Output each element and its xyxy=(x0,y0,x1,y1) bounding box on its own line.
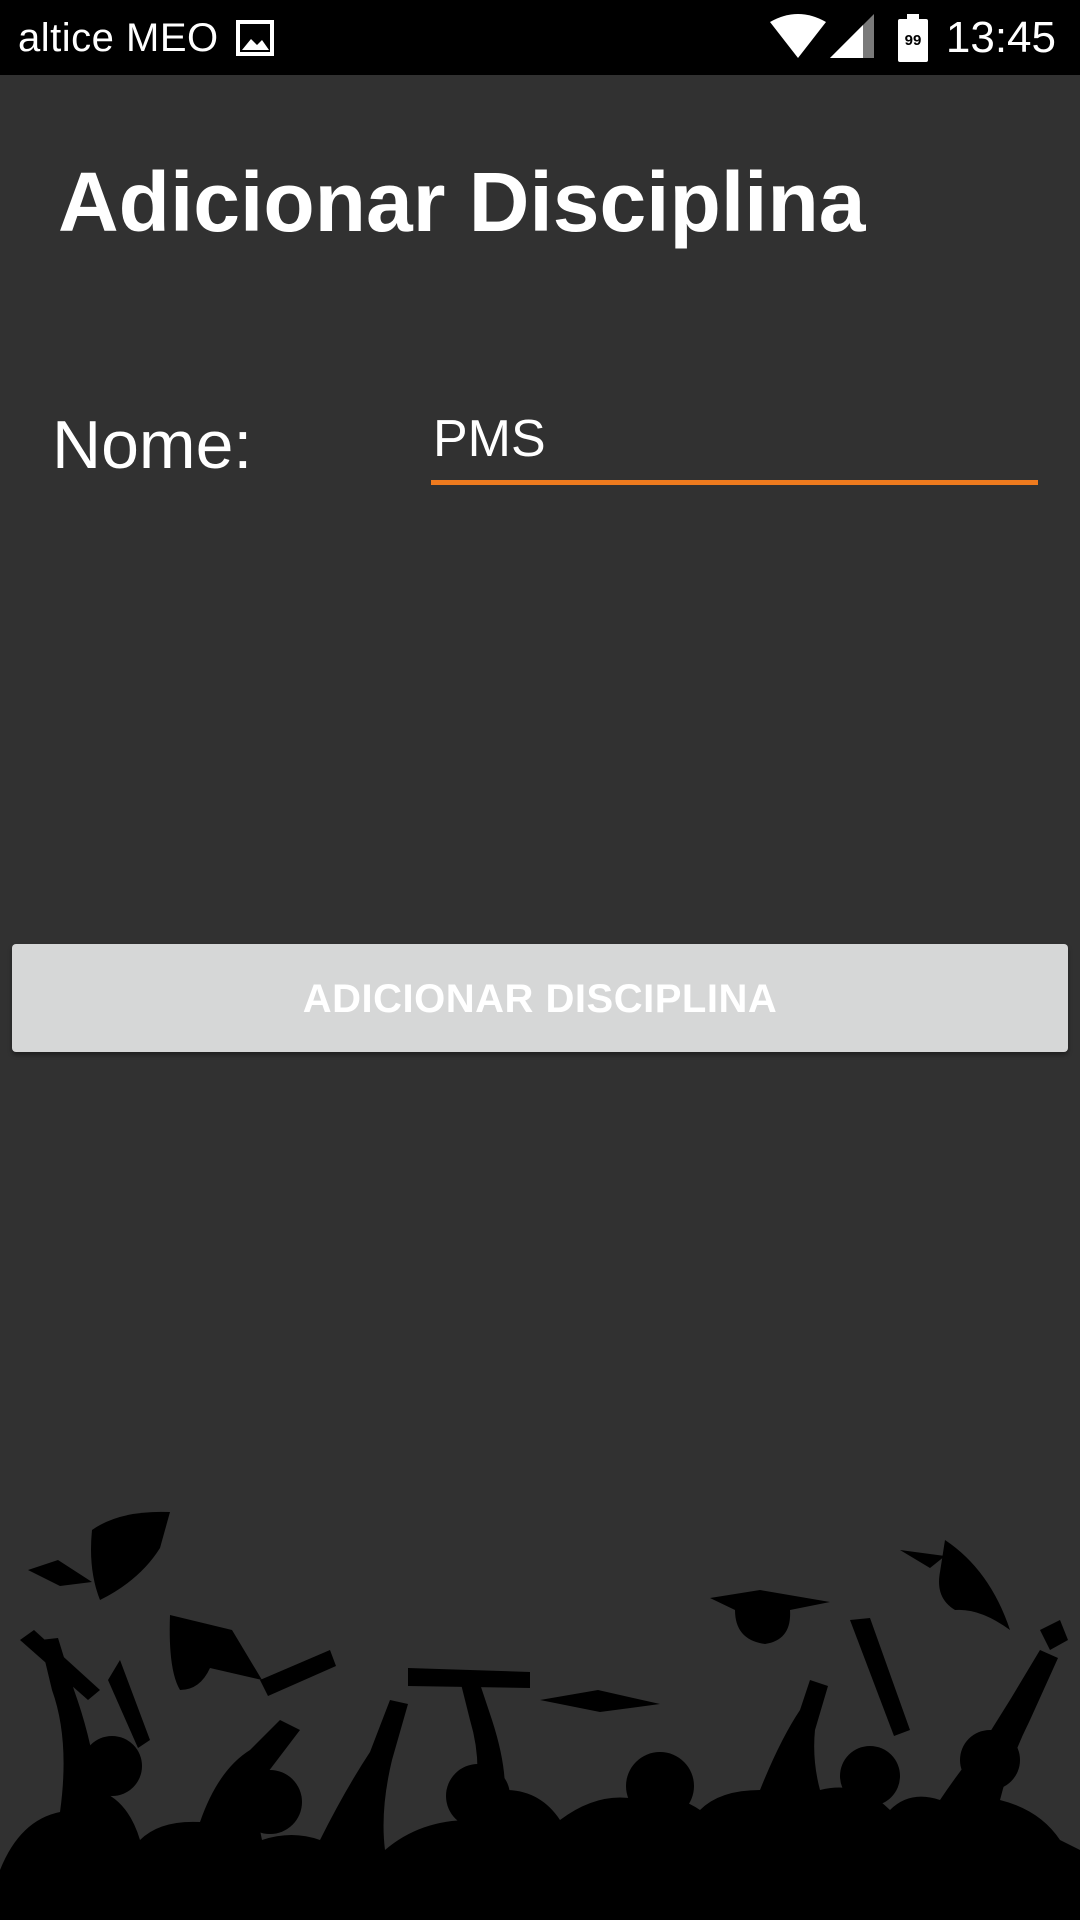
graduation-silhouette-image xyxy=(0,1511,1080,1920)
battery-icon: 99 xyxy=(898,14,928,67)
battery-level: 99 xyxy=(905,32,922,49)
name-input[interactable] xyxy=(431,405,1038,485)
clock: 13:45 xyxy=(945,13,1056,62)
signal-icon xyxy=(830,14,874,65)
carrier-name: altice MEO xyxy=(18,16,219,60)
gallery-icon xyxy=(236,20,274,61)
name-field-container xyxy=(431,405,1038,491)
add-discipline-button[interactable]: ADICIONAR DISCIPLINA xyxy=(12,944,1068,1052)
page-title: Adicionar Disciplina xyxy=(58,155,866,249)
wifi-icon xyxy=(770,14,826,65)
status-bar: altice MEO 99 13:45 xyxy=(0,0,1080,75)
name-label: Nome: xyxy=(52,407,253,483)
